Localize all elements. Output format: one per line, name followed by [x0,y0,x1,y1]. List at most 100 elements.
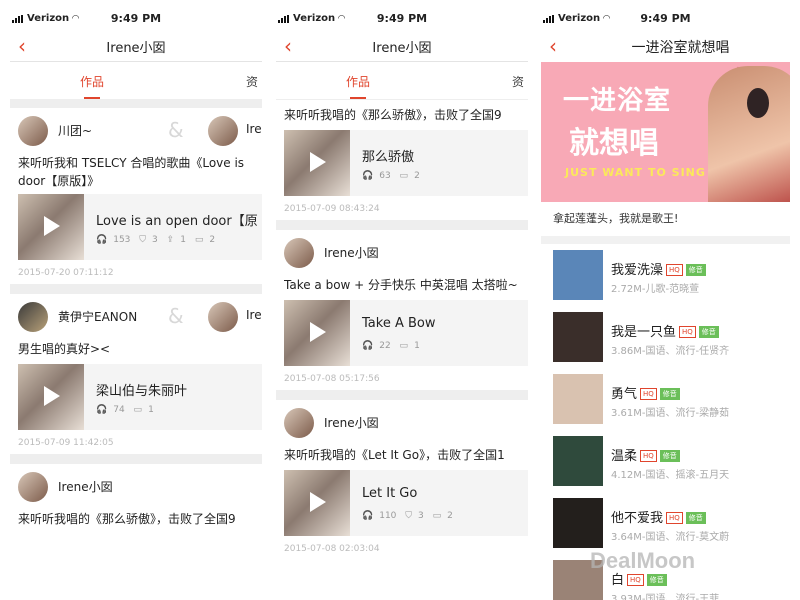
song-name: 他不爱我 [611,511,664,526]
song-title: Let It Go [362,486,418,501]
song-item[interactable]: Love is an open door【原 🎧 153 ⛉ 3 ⇪ 1 ▭ 2 [18,194,262,260]
song-row[interactable]: 他不爱我 HQ 修音 3.64M-国语、流行-莫文蔚 [541,492,790,554]
song-row[interactable]: 温柔 HQ 修音 4.12M-国语、摇滚-五月天 [541,430,790,492]
tuned-badge: 修音 [698,326,719,338]
album-cover [553,436,603,486]
avatar[interactable] [18,472,48,502]
avatar[interactable] [284,238,314,268]
song-item[interactable]: Take A Bow 🎧 22 ▭ 1 [284,300,528,366]
song-name: 温柔 [611,449,638,464]
hq-badge: HQ [666,512,683,524]
work-card[interactable]: Irene小囡 来听听我唱的《那么骄傲》，击败了全国9 [10,464,262,534]
tab-profile[interactable]: 资 [246,73,258,90]
play-icon[interactable] [310,322,326,342]
panel-playlist: Verizon◠ 9:49 PM ‹ 一进浴室就想唱 ♪ 一进浴室 就想唱 JU… [541,0,790,600]
song-stats: 🎧 63 ▭ 2 [362,171,426,181]
song-meta: 3.86M-国语、流行-任贤齐 [611,346,730,357]
work-card[interactable]: 黄伊宁EANON & Iren 男生唱的真好>< 梁山伯与朱丽叶 🎧74 ▭1 … [10,294,262,454]
comment-count: 1 [414,341,420,351]
avatar[interactable] [18,116,48,146]
album-cover [553,312,603,362]
song-stats: 🎧 74 ▭ 1 [96,405,160,415]
work-card[interactable]: 来听听我唱的《那么骄傲》，击败了全国9 那么骄傲 🎧 63 ▭ 2 2015-07-… [276,100,528,220]
avatar[interactable] [208,116,238,146]
nav-bar: ‹ Irene小囡 [10,34,262,62]
song-meta: 4.12M-国语、摇滚-五月天 [611,470,730,481]
page-title: Irene小囡 [372,41,432,56]
status-bar: Verizon ◠ 9:49 PM [541,0,790,34]
song-stats: 🎧 153 ⛉ 3 ⇪ 1 ▭ 2 [96,235,221,245]
song-meta: 2.72M-儿歌-范晓萱 [611,284,700,295]
song-name: 白 [611,573,625,588]
comment-icon: ▭ [194,235,204,245]
tuned-badge: 修音 [646,574,667,586]
hq-badge: HQ [640,450,657,462]
comment-count: 1 [148,405,154,415]
username[interactable]: Iren [246,122,262,136]
listen-count: 110 [379,511,397,521]
song-title: Love is an open door【原 [96,214,258,229]
banner-subtitle: JUST WANT TO SING [565,166,706,179]
song-meta: 3.64M-国语、流行-莫文蔚 [611,532,730,543]
play-icon[interactable] [44,216,60,236]
song-meta: 3.93M-国语、流行-王菲 [611,594,720,600]
work-card[interactable]: 川团~ & Iren 来听听我和 TSELCY 合唱的歌曲《Love is do… [10,108,262,284]
work-description: Take a bow + 分手快乐 中英混唱 太搭啦~ [284,278,518,292]
listen-count: 63 [379,171,391,181]
listen-count: 153 [113,235,131,245]
headphone-icon: 🎧 [362,341,374,351]
gift-count: 3 [418,511,424,521]
back-icon[interactable]: ‹ [549,36,557,56]
song-item[interactable]: 梁山伯与朱丽叶 🎧 74 ▭ 1 [18,364,262,430]
song-title-row: 勇气 HQ 修音 [611,383,680,402]
song-name: 我爱洗澡 [611,263,664,278]
headphone-icon: 🎧 [362,511,374,521]
play-icon[interactable] [310,492,326,512]
username[interactable]: Irene小囡 [58,478,113,495]
username[interactable]: 川团~ [58,122,92,139]
comment-count: 2 [209,235,216,245]
work-card[interactable]: Irene小囡 来听听我唱的《Let It Go》，击败了全国1 Let It … [276,400,528,560]
song-title-row: 他不爱我 HQ 修音 [611,507,706,526]
avatar[interactable] [18,302,48,332]
watermark-logo: DealMoon [590,548,696,573]
post-date: 2015-07-09 08:43:24 [284,204,380,214]
avatar[interactable] [284,408,314,438]
comment-count: 2 [447,511,453,521]
headphone-icon: 🎧 [362,171,374,181]
song-name: 我是一只鱼 [611,325,677,340]
hq-badge: HQ [679,326,696,338]
song-row[interactable]: 我是一只鱼 HQ 修音 3.86M-国语、流行-任贤齐 [541,306,790,368]
song-title-row: 我是一只鱼 HQ 修音 [611,321,719,340]
username[interactable]: Irene小囡 [324,244,379,261]
work-description: 男生唱的真好>< [18,342,111,356]
song-title: 梁山伯与朱丽叶 [96,384,188,399]
tab-works[interactable]: 作品 [346,73,370,99]
share-count: 1 [180,235,186,245]
play-icon[interactable] [310,152,326,172]
tab-profile[interactable]: 资 [512,73,524,90]
singer-illustration [708,66,790,202]
song-item[interactable]: Let It Go 🎧 110 ⛉ 3 ▭ 2 [284,470,528,536]
playlist-banner: ♪ 一进浴室 就想唱 JUST WANT TO SING [541,62,790,202]
username[interactable]: Iren [246,308,262,322]
song-row[interactable]: 我爱洗澡 HQ 修音 2.72M-儿歌-范晓萱 [541,244,790,306]
work-card[interactable]: Irene小囡 Take a bow + 分手快乐 中英混唱 太搭啦~ Take… [276,230,528,390]
tuned-badge: 修音 [659,388,680,400]
tab-bar: 作品 资 [10,62,262,100]
gift-icon: ⛉ [405,511,413,521]
song-item[interactable]: 那么骄傲 🎧 63 ▭ 2 [284,130,528,196]
status-time: 9:49 PM [376,12,428,25]
album-cover [553,374,603,424]
comment-icon: ▭ [133,405,143,415]
username[interactable]: Irene小囡 [324,414,379,431]
status-time: 9:49 PM [640,12,691,25]
hq-badge: HQ [640,388,657,400]
tuned-badge: 修音 [659,450,680,462]
tab-works[interactable]: 作品 [80,73,104,99]
username[interactable]: 黄伊宁EANON [58,308,137,325]
song-row[interactable]: 勇气 HQ 修音 3.61M-国语、流行-梁静茹 [541,368,790,430]
play-icon[interactable] [44,386,60,406]
avatar[interactable] [208,302,238,332]
album-cover [553,250,603,300]
